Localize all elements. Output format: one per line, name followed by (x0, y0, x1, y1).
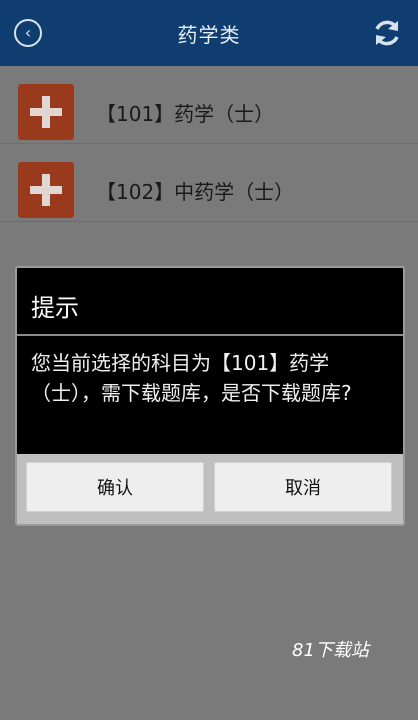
back-icon[interactable]: ‹ (14, 19, 42, 47)
app-header: ‹ 药学类 (0, 0, 418, 66)
refresh-icon[interactable] (372, 18, 402, 48)
confirm-button[interactable]: 确认 (26, 462, 204, 512)
list-item-label: 【101】药学（士） (96, 102, 275, 126)
watermark-text: 81下载站 (292, 640, 369, 661)
cancel-button[interactable]: 取消 (214, 462, 392, 512)
page-title: 药学类 (177, 22, 241, 47)
list-item-label: 【102】中药学（士） (96, 180, 295, 204)
list-item[interactable]: 【102】中药学（士） (0, 144, 418, 222)
add-icon[interactable] (18, 162, 74, 218)
dialog-button-bar: 确认 取消 (17, 454, 403, 524)
add-icon[interactable] (18, 84, 74, 140)
dialog-divider (17, 334, 403, 336)
list-item[interactable]: 【101】药学（士） (0, 66, 418, 144)
dialog-title: 提示 (31, 294, 79, 322)
download-dialog: 提示 您当前选择的科目为【101】药学（士），需下载题库，是否下载题库? 确认 … (15, 266, 405, 526)
dialog-message: 您当前选择的科目为【101】药学（士），需下载题库，是否下载题库? (31, 351, 352, 405)
subject-list: 【101】药学（士） 【102】中药学（士） (0, 66, 418, 222)
